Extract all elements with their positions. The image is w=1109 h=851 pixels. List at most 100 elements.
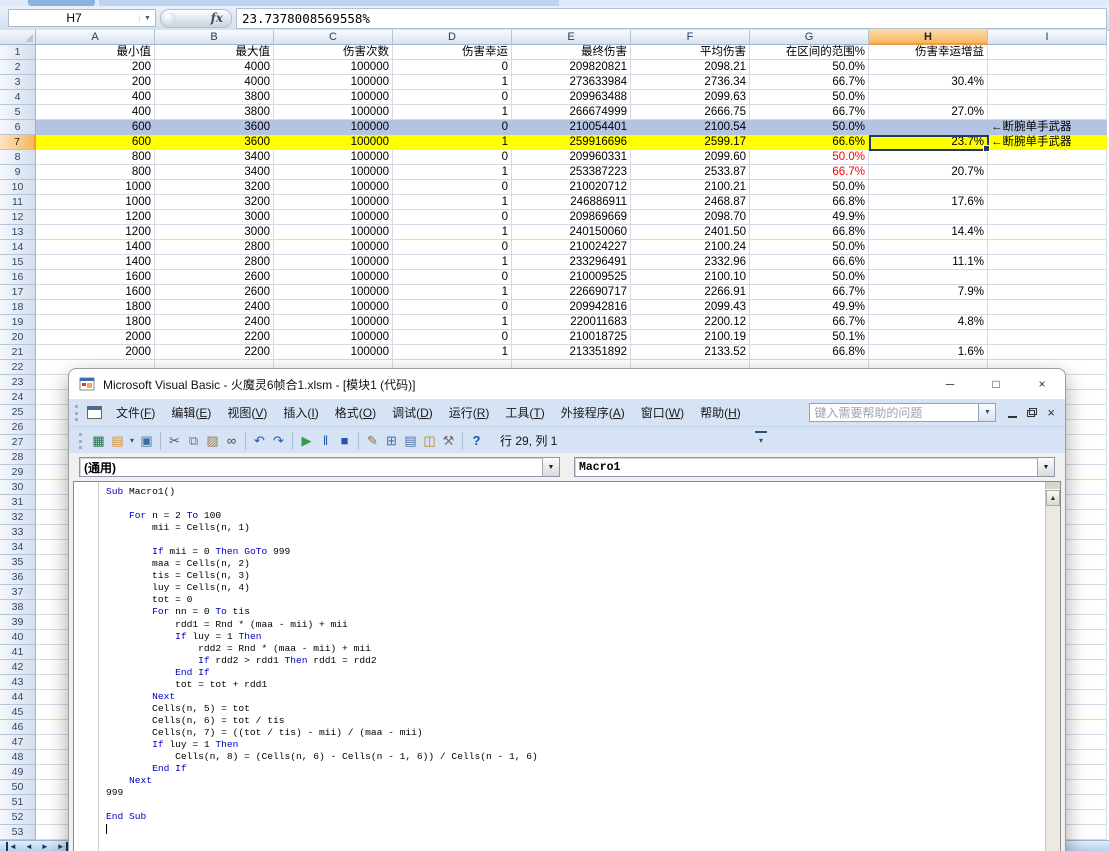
copy-icon[interactable]: ⧉	[184, 432, 203, 450]
cell-G4[interactable]: 50.0%	[750, 90, 869, 105]
cell-G1[interactable]: 在区间的范围%	[750, 45, 869, 60]
cell-F7[interactable]: 2599.17	[631, 135, 750, 150]
row-header-32[interactable]: 32	[0, 510, 36, 525]
cell-F3[interactable]: 2736.34	[631, 75, 750, 90]
row-header-27[interactable]: 27	[0, 435, 36, 450]
help-dropdown-icon[interactable]: ▼	[979, 403, 996, 422]
row-header-30[interactable]: 30	[0, 480, 36, 495]
cell-G8[interactable]: 50.0%	[750, 150, 869, 165]
cell-I2[interactable]	[988, 60, 1107, 75]
cell-B1[interactable]: 最大值	[155, 45, 274, 60]
break-icon[interactable]: ‖	[316, 432, 335, 450]
cell-I20[interactable]	[988, 330, 1107, 345]
cell-B11[interactable]: 3200	[155, 195, 274, 210]
row-header-16[interactable]: 16	[0, 270, 36, 285]
row-header-13[interactable]: 13	[0, 225, 36, 240]
cell-H10[interactable]	[869, 180, 988, 195]
row-header-35[interactable]: 35	[0, 555, 36, 570]
row-header-24[interactable]: 24	[0, 390, 36, 405]
sheet-nav-next-button[interactable]: ►	[41, 842, 49, 851]
cell-H13[interactable]: 14.4%	[869, 225, 988, 240]
window-minimize-button[interactable]: ─	[927, 369, 973, 399]
cell-C8[interactable]: 100000	[274, 150, 393, 165]
cell-A12[interactable]: 1200	[36, 210, 155, 225]
row-header-48[interactable]: 48	[0, 750, 36, 765]
code-margin-indicator-bar[interactable]	[74, 482, 99, 851]
cell-C5[interactable]: 100000	[274, 105, 393, 120]
menu-item-I[interactable]: 插入(I)	[275, 401, 326, 424]
cell-C12[interactable]: 100000	[274, 210, 393, 225]
cell-E16[interactable]: 210009525	[512, 270, 631, 285]
cell-G3[interactable]: 66.7%	[750, 75, 869, 90]
mdi-close-icon[interactable]: ×	[1047, 408, 1055, 418]
vba-title-bar[interactable]: Microsoft Visual Basic - 火魔灵6帧合1.xlsm - …	[69, 369, 1065, 399]
cell-B12[interactable]: 3000	[155, 210, 274, 225]
find-icon[interactable]: ∞	[222, 432, 241, 450]
cell-E5[interactable]: 266674999	[512, 105, 631, 120]
menu-item-H[interactable]: 帮助(H)	[692, 401, 749, 424]
cell-A18[interactable]: 1800	[36, 300, 155, 315]
cell-D15[interactable]: 1	[393, 255, 512, 270]
cell-E14[interactable]: 210024227	[512, 240, 631, 255]
row-header-33[interactable]: 33	[0, 525, 36, 540]
cell-I7[interactable]: ←断腕单手武器	[988, 135, 1107, 150]
cell-A17[interactable]: 1600	[36, 285, 155, 300]
cell-I16[interactable]	[988, 270, 1107, 285]
cell-C10[interactable]: 100000	[274, 180, 393, 195]
cell-C4[interactable]: 100000	[274, 90, 393, 105]
cell-F15[interactable]: 2332.96	[631, 255, 750, 270]
cell-G15[interactable]: 66.6%	[750, 255, 869, 270]
cell-C16[interactable]: 100000	[274, 270, 393, 285]
row-header-42[interactable]: 42	[0, 660, 36, 675]
cell-A15[interactable]: 1400	[36, 255, 155, 270]
cell-D16[interactable]: 0	[393, 270, 512, 285]
sheet-nav-first-button[interactable]: ◄	[6, 842, 17, 851]
cell-D17[interactable]: 1	[393, 285, 512, 300]
cell-A5[interactable]: 400	[36, 105, 155, 120]
insert-function-button[interactable]: fx	[160, 9, 232, 28]
cell-H15[interactable]: 11.1%	[869, 255, 988, 270]
row-header-29[interactable]: 29	[0, 465, 36, 480]
mdi-minimize-icon[interactable]	[1008, 407, 1017, 418]
cell-C2[interactable]: 100000	[274, 60, 393, 75]
cell-H14[interactable]	[869, 240, 988, 255]
cell-H2[interactable]	[869, 60, 988, 75]
name-box[interactable]: H7 ▼	[8, 9, 156, 27]
cell-H12[interactable]	[869, 210, 988, 225]
cell-G11[interactable]: 66.8%	[750, 195, 869, 210]
cell-G10[interactable]: 50.0%	[750, 180, 869, 195]
cell-G18[interactable]: 49.9%	[750, 300, 869, 315]
help-search-input[interactable]	[809, 403, 979, 422]
cell-I3[interactable]	[988, 75, 1107, 90]
project-explorer-icon[interactable]: ⊞	[382, 432, 401, 450]
cell-I10[interactable]	[988, 180, 1107, 195]
row-header-40[interactable]: 40	[0, 630, 36, 645]
column-header-F[interactable]: F	[631, 30, 750, 45]
row-header-51[interactable]: 51	[0, 795, 36, 810]
cell-B5[interactable]: 3800	[155, 105, 274, 120]
cell-I17[interactable]	[988, 285, 1107, 300]
cell-F20[interactable]: 2100.19	[631, 330, 750, 345]
cell-F17[interactable]: 2266.91	[631, 285, 750, 300]
cell-C14[interactable]: 100000	[274, 240, 393, 255]
procedure-combobox[interactable]: Macro1 ▼	[574, 457, 1055, 477]
save-icon[interactable]: ▣	[137, 432, 156, 450]
name-box-dropdown-icon[interactable]: ▼	[139, 15, 155, 22]
cell-I1[interactable]	[988, 45, 1107, 60]
cell-H8[interactable]	[869, 150, 988, 165]
column-header-H[interactable]: H	[869, 30, 988, 45]
cell-C20[interactable]: 100000	[274, 330, 393, 345]
run-icon[interactable]: ▶	[297, 432, 316, 450]
cell-I12[interactable]	[988, 210, 1107, 225]
cell-I18[interactable]	[988, 300, 1107, 315]
cell-G9[interactable]: 66.7%	[750, 165, 869, 180]
cell-A10[interactable]: 1000	[36, 180, 155, 195]
combo-dropdown-icon[interactable]: ▼	[1037, 458, 1054, 476]
cell-I21[interactable]	[988, 345, 1107, 360]
code-vertical-scrollbar[interactable]: ▲	[1045, 482, 1060, 851]
row-header-3[interactable]: 3	[0, 75, 36, 90]
cell-D21[interactable]: 1	[393, 345, 512, 360]
cell-H11[interactable]: 17.6%	[869, 195, 988, 210]
column-header-B[interactable]: B	[155, 30, 274, 45]
cell-E18[interactable]: 209942816	[512, 300, 631, 315]
